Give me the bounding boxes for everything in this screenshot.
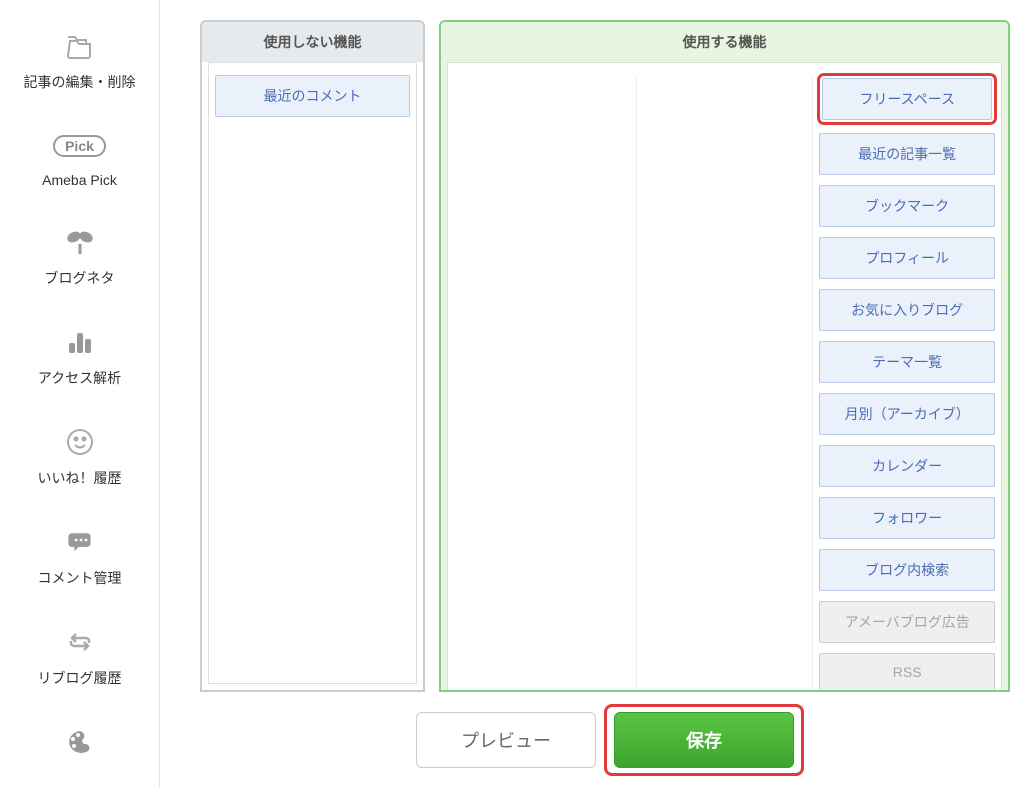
smile-icon [66, 424, 94, 460]
panel-unused: 使用しない機能 最近のコメント [200, 20, 425, 692]
pick-icon: Pick [53, 128, 106, 164]
widget-item[interactable]: お気に入りブログ [819, 289, 995, 331]
widget-item[interactable]: テーマ一覧 [819, 341, 995, 383]
widget-item[interactable]: ブログ内検索 [819, 549, 995, 591]
comment-icon [65, 524, 95, 560]
sidebar-item-edit-delete[interactable]: 記事の編集・削除 [0, 10, 159, 110]
preview-button[interactable]: プレビュー [416, 712, 596, 768]
sidebar-item-label: アクセス解析 [38, 368, 121, 388]
save-button[interactable]: 保存 [614, 712, 794, 768]
used-column-2[interactable] [636, 75, 814, 691]
bar-chart-icon [65, 324, 95, 360]
widget-item[interactable]: 最近の記事一覧 [819, 133, 995, 175]
sidebar-item-ameba-pick[interactable]: Pick Ameba Pick [0, 110, 159, 206]
panel-used-title: 使用する機能 [441, 22, 1008, 62]
folder-icon [65, 28, 95, 64]
sidebar-item-label: Ameba Pick [42, 172, 117, 188]
sidebar-item-label: いいね！履歴 [38, 468, 122, 488]
widget-item[interactable]: フォロワー [819, 497, 995, 539]
sidebar-item-comment-manage[interactable]: コメント管理 [0, 506, 159, 606]
widget-item[interactable]: ブックマーク [819, 185, 995, 227]
sidebar-item-reblog-history[interactable]: リブログ履歴 [0, 606, 159, 706]
panel-unused-title: 使用しない機能 [202, 22, 423, 62]
palette-icon [65, 724, 95, 760]
sidebar: 記事の編集・削除 Pick Ameba Pick ブログネタ アクセス解析 [0, 0, 160, 788]
sidebar-item-label: リブログ履歴 [38, 668, 122, 688]
widget-item[interactable]: フリースペース [822, 78, 992, 120]
panel-unused-body[interactable]: 最近のコメント [208, 62, 417, 684]
sidebar-item-like-history[interactable]: いいね！履歴 [0, 406, 159, 506]
sprout-icon [65, 224, 95, 260]
footer-buttons: プレビュー 保存 [200, 692, 1010, 788]
widget-item[interactable]: プロフィール [819, 237, 995, 279]
used-column-3[interactable]: フリースペース最近の記事一覧ブックマークプロフィールお気に入りブログテーマ一覧月… [819, 75, 995, 691]
panel-used-body: フリースペース最近の記事一覧ブックマークプロフィールお気に入りブログテーマ一覧月… [447, 62, 1002, 692]
widget-item[interactable]: 最近のコメント [215, 75, 410, 117]
sidebar-item-analytics[interactable]: アクセス解析 [0, 306, 159, 406]
widget-item[interactable]: 月別（アーカイブ） [819, 393, 995, 435]
widget-item: アメーバブログ広告 [819, 601, 995, 643]
sidebar-item-blog-neta[interactable]: ブログネタ [0, 206, 159, 306]
main-content: 使用しない機能 最近のコメント 使用する機能 フリースペース最近の記事一覧ブック… [160, 0, 1024, 788]
reblog-icon [65, 624, 95, 660]
sidebar-item-label: 記事の編集・削除 [24, 72, 136, 92]
used-column-1[interactable] [454, 75, 630, 691]
sidebar-item-label: ブログネタ [45, 268, 115, 288]
panels-row: 使用しない機能 最近のコメント 使用する機能 フリースペース最近の記事一覧ブック… [200, 20, 1010, 692]
sidebar-item-label: コメント管理 [38, 568, 122, 588]
widget-item: RSS [819, 653, 995, 691]
sidebar-item-design[interactable] [0, 706, 159, 786]
panel-used: 使用する機能 フリースペース最近の記事一覧ブックマークプロフィールお気に入りブロ… [439, 20, 1010, 692]
widget-item[interactable]: カレンダー [819, 445, 995, 487]
